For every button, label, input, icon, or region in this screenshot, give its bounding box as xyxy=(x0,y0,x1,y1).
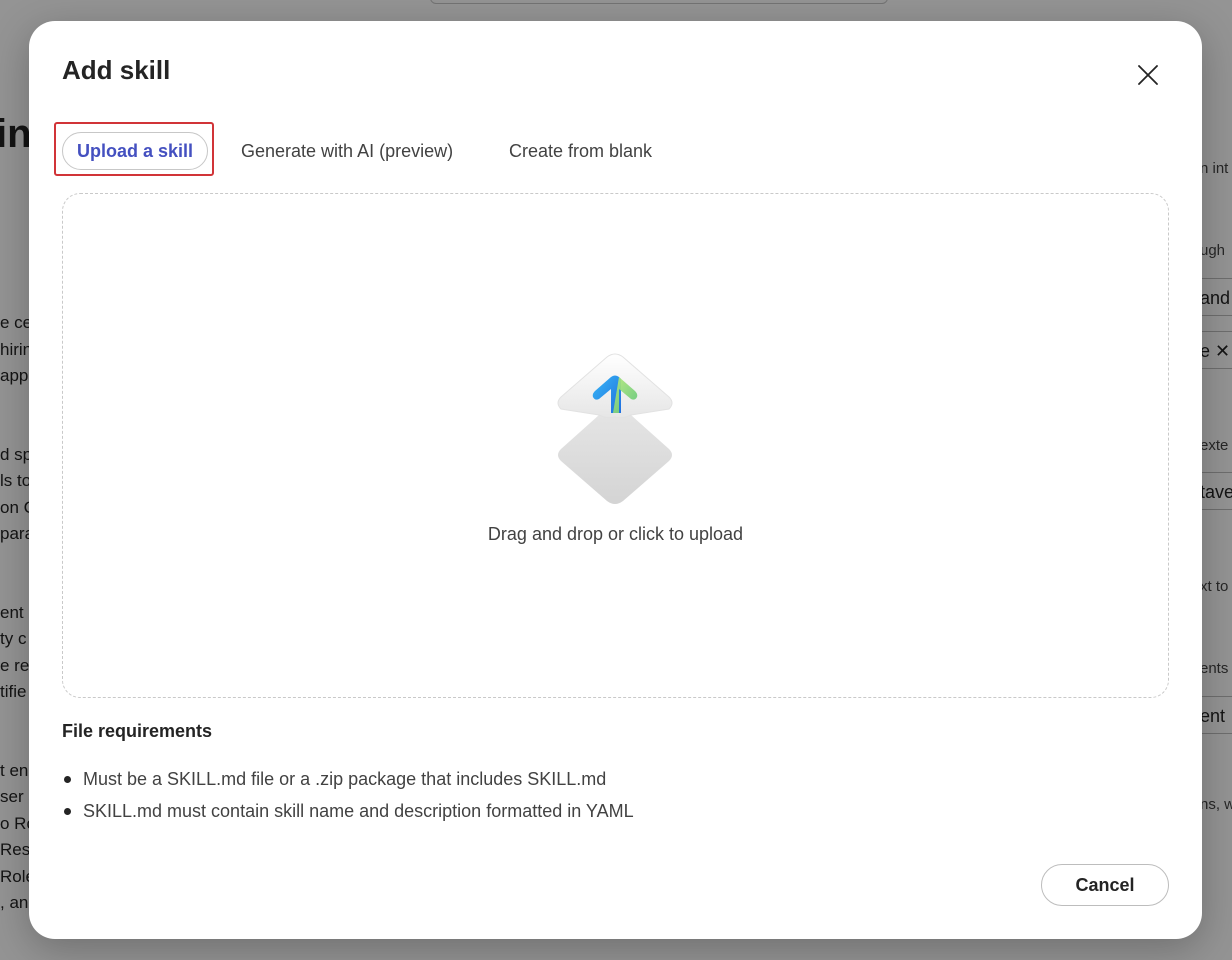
dropzone-instructions: Drag and drop or click to upload xyxy=(487,524,744,544)
add-skill-dialog: Add skill Upload a skill Generate with A… xyxy=(29,21,1202,939)
close-icon xyxy=(1138,65,1158,85)
cancel-button[interactable]: Cancel xyxy=(1041,864,1169,906)
file-requirements-title: File requirements xyxy=(62,721,213,741)
file-requirements-list: Must be a SKILL.md file or a .zip packag… xyxy=(62,765,634,829)
requirement-item: Must be a SKILL.md file or a .zip packag… xyxy=(62,765,634,797)
tab-list: Upload a skill Generate with AI (preview… xyxy=(54,122,754,180)
tab-upload-a-skill[interactable]: Upload a skill xyxy=(62,132,208,170)
dialog-title: Add skill xyxy=(62,55,171,85)
close-button[interactable] xyxy=(1133,60,1163,90)
tab-generate-with-ai[interactable]: Generate with AI (preview) xyxy=(241,132,453,170)
requirement-item: SKILL.md must contain skill name and des… xyxy=(62,797,634,829)
upload-dropzone[interactable]: Drag and drop or click to upload xyxy=(62,193,1169,698)
upload-arrow-icon xyxy=(557,353,673,504)
tab-create-from-blank[interactable]: Create from blank xyxy=(509,132,652,170)
